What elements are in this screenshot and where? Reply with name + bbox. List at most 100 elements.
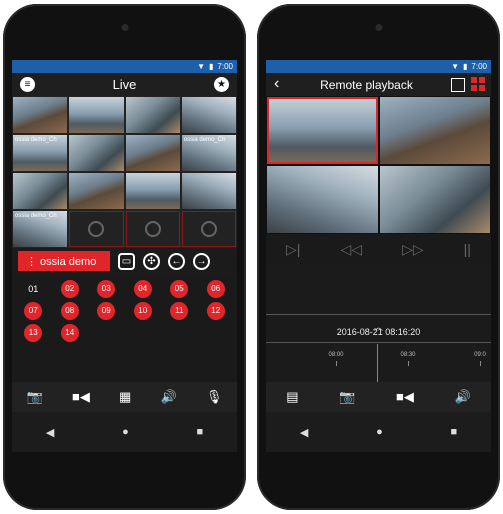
camera-tile[interactable] — [69, 97, 124, 133]
camera-tile[interactable] — [125, 97, 180, 133]
status-bar: ▼ ▮ 7:00 — [12, 60, 237, 73]
playback-icon[interactable]: ▤ — [286, 389, 298, 405]
playback-screen: ▼ ▮ 7:00 ‹ Remote playback ▷| ◁◁ ▷▷ || ︿… — [266, 60, 491, 452]
star-icon[interactable]: ★ — [214, 77, 229, 92]
step-forward-icon[interactable]: ▷| — [286, 241, 300, 258]
menu-icon[interactable]: ≡ — [20, 77, 35, 92]
back-icon[interactable]: ◀ — [46, 426, 54, 439]
channel-button[interactable]: 08 — [57, 300, 84, 322]
channel-button[interactable]: 06 — [203, 278, 230, 300]
tick — [480, 361, 481, 366]
tick-label: 09:0 — [474, 352, 486, 358]
camera-icon[interactable]: 📷 — [27, 389, 43, 405]
playback-grid — [266, 96, 491, 234]
device-selector[interactable]: ⋮ ossia demo — [18, 251, 110, 271]
camera-tile[interactable]: ossia demo_Ch — [181, 135, 236, 171]
bottom-toolbar: 📷 ■◀ ▦ 🔊 🎙 — [12, 382, 237, 412]
home-icon[interactable]: ● — [122, 426, 129, 438]
tick-label: 08:30 — [400, 352, 416, 358]
grid-icon[interactable]: ▦ — [119, 389, 131, 405]
camera-tile[interactable] — [13, 97, 68, 133]
title-bar: ≡ Live ★ — [12, 73, 237, 96]
camera-label: ossia demo_Ch — [15, 137, 57, 143]
camera-tile[interactable] — [181, 173, 236, 209]
recents-icon[interactable]: ■ — [450, 426, 457, 438]
pause-icon[interactable]: || — [464, 241, 471, 257]
android-nav-bar: ◀ ● ■ — [12, 412, 237, 452]
speaker-icon[interactable]: 🔊 — [454, 389, 470, 405]
bottom-toolbar: ▤ 📷 ■◀ 🔊 — [266, 382, 491, 412]
camera-lens-icon — [88, 221, 105, 237]
quad-view-icon[interactable] — [471, 77, 485, 91]
empty-camera-slot[interactable] — [181, 211, 236, 247]
front-camera — [375, 24, 382, 31]
channel-label: 14 — [60, 324, 79, 342]
speaker-icon[interactable]: 🔊 — [161, 389, 177, 405]
phone-right: ▼ ▮ 7:00 ‹ Remote playback ▷| ◁◁ ▷▷ || ︿… — [257, 4, 500, 510]
channel-label: 11 — [170, 302, 189, 320]
camera-icon[interactable]: 📷 — [339, 389, 355, 405]
channel-label: 13 — [24, 324, 43, 342]
title-bar: ‹ Remote playback — [266, 73, 491, 96]
status-time: 7:00 — [471, 62, 487, 71]
channel-button[interactable]: 01 — [20, 278, 47, 300]
back-arrow-icon[interactable]: ‹ — [274, 75, 279, 93]
ptz-icon[interactable]: ✣ — [143, 252, 160, 270]
camera-tile[interactable] — [13, 173, 68, 209]
channel-button[interactable]: 05 — [166, 278, 193, 300]
channel-button[interactable]: 03 — [93, 278, 120, 300]
empty-camera-slot[interactable] — [125, 211, 180, 247]
playback-controls: ▷| ◁◁ ▷▷ || — [266, 234, 491, 264]
live-toolbar: ⋮ ossia demo ▭ ✣ ← → — [12, 248, 237, 274]
camera-grid: ossia demo_Ch ossia demo_Ch ossia demo_C… — [12, 96, 237, 248]
channel-label: 07 — [24, 302, 43, 320]
channel-label: 05 — [170, 280, 189, 298]
playback-tile[interactable] — [379, 166, 490, 233]
microphone-icon[interactable]: 🎙 — [206, 389, 223, 405]
channel-button[interactable]: 02 — [57, 278, 84, 300]
channel-label: 06 — [206, 280, 225, 298]
playback-tile[interactable] — [267, 166, 378, 233]
channel-button[interactable]: 10 — [130, 300, 157, 322]
playback-tile[interactable] — [267, 97, 378, 164]
back-icon[interactable]: ◀ — [300, 426, 308, 439]
wifi-icon: ▼ — [197, 62, 206, 71]
playback-timestamp: 2016-08-21 08:16:20 — [336, 327, 421, 337]
status-bar: ▼ ▮ 7:00 — [266, 60, 491, 73]
channel-button[interactable]: 14 — [57, 322, 84, 344]
home-icon[interactable]: ● — [376, 426, 383, 438]
camera-tile[interactable] — [125, 173, 180, 209]
camera-tile[interactable]: ossia demo_Ch — [13, 135, 68, 171]
live-screen: ▼ ▮ 7:00 ≡ Live ★ ossia demo_Ch ossia de… — [12, 60, 237, 452]
playback-tile[interactable] — [379, 97, 490, 164]
wifi-icon: ▼ — [451, 62, 460, 71]
channel-list: 01 02 03 04 05 06 07 08 09 10 11 12 13 1… — [12, 274, 237, 386]
channel-button[interactable]: 13 — [20, 322, 47, 344]
camera-tile[interactable]: ossia demo_Ch — [13, 211, 68, 247]
timeline[interactable]: ︿ 2016-08-21 08:16:20 08:00 08:30 09:0 — [266, 264, 491, 399]
recents-icon[interactable]: ■ — [196, 426, 203, 438]
camera-tile[interactable] — [69, 173, 124, 209]
channel-button[interactable]: 11 — [166, 300, 193, 322]
previous-arrow-icon[interactable]: ← — [168, 252, 185, 270]
channel-label: 09 — [97, 302, 116, 320]
channel-button[interactable]: 04 — [130, 278, 157, 300]
rewind-icon[interactable]: ◁◁ — [340, 241, 362, 258]
fast-forward-icon[interactable]: ▷▷ — [402, 241, 424, 258]
next-arrow-icon[interactable]: → — [193, 252, 210, 270]
single-view-icon[interactable] — [451, 78, 465, 92]
video-icon[interactable]: ■◀ — [72, 389, 90, 405]
channel-button[interactable]: 09 — [93, 300, 120, 322]
camera-tile[interactable] — [181, 97, 236, 133]
layout-icon[interactable]: ▭ — [118, 252, 135, 270]
status-time: 7:00 — [217, 62, 233, 71]
camera-tile[interactable] — [69, 135, 124, 171]
video-icon[interactable]: ■◀ — [396, 389, 414, 405]
android-nav-bar: ◀ ● ■ — [266, 412, 491, 452]
channel-button[interactable]: 12 — [203, 300, 230, 322]
camera-tile[interactable] — [125, 135, 180, 171]
channel-label: 08 — [60, 302, 79, 320]
channel-button[interactable]: 07 — [20, 300, 47, 322]
page-title: Live — [112, 77, 137, 92]
empty-camera-slot[interactable] — [69, 211, 124, 247]
